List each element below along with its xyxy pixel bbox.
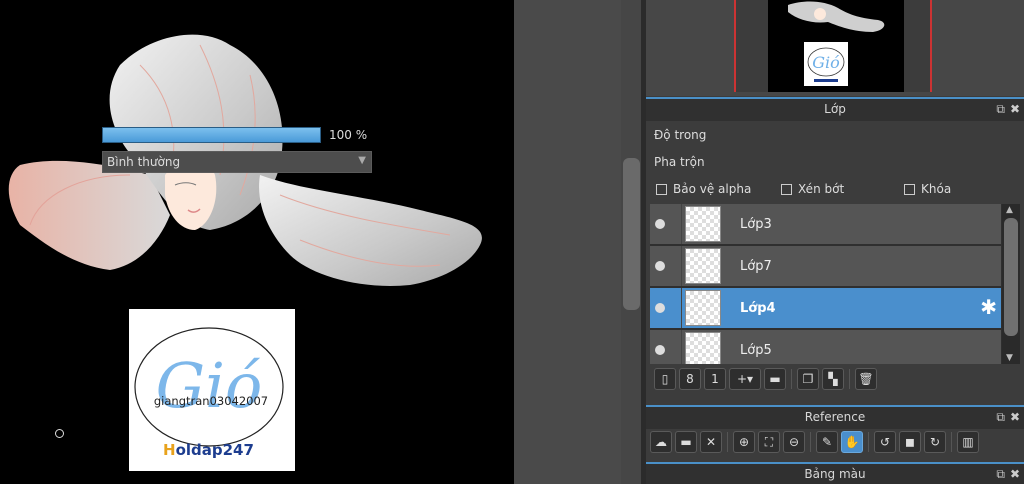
layer-list-scrollbar[interactable]: ▲ ▼ [1002, 204, 1020, 364]
toolbar-separator [727, 432, 728, 452]
layer-list[interactable]: Lớp3 Lớp7 Lớp4 ✱ Lớp5 [650, 204, 1002, 364]
checkbox-box[interactable] [781, 183, 792, 195]
hand-icon[interactable]: ✋ [841, 431, 863, 453]
opacity-value: 100 % [329, 128, 368, 142]
merge-down-icon[interactable]: ▚ [822, 368, 844, 390]
layer-row-lop7[interactable]: Lớp7 [650, 246, 1001, 286]
brush-cursor [55, 429, 64, 438]
clipping-checkbox[interactable]: Xén bớt [781, 182, 844, 196]
layer-name: Lớp5 [740, 343, 772, 358]
eyedropper-icon[interactable]: ✎ [816, 431, 838, 453]
layer-row-lop4[interactable]: Lớp4 ✱ [650, 288, 1001, 328]
layer-clip-indicator [672, 204, 682, 244]
toolbar-separator [810, 432, 811, 452]
visibility-icon[interactable] [655, 261, 665, 271]
reference-panel-title: Reference [804, 410, 866, 424]
popout-icon[interactable]: ⧉ [996, 410, 1005, 425]
opacity-slider[interactable] [102, 127, 321, 143]
navigator-panel[interactable]: Gió [646, 0, 1024, 96]
blend-mode-select[interactable]: Bình thường ▼ [102, 151, 372, 173]
clipping-label: Xén bớt [798, 182, 845, 196]
delete-icon[interactable]: 🗑 [855, 368, 877, 390]
layer-panel-title: Lớp [824, 102, 846, 116]
checkbox-box[interactable] [656, 183, 667, 195]
add-layer-dropdown-icon[interactable]: +▾ [729, 368, 761, 390]
layer-thumbnail [685, 248, 721, 284]
rotate-right-icon[interactable]: ↻ [924, 431, 946, 453]
popout-icon[interactable]: ⧉ [996, 102, 1005, 117]
logo-graphic: Gió giangtran03042007 Holdap247 [134, 327, 284, 459]
new-layer-icon[interactable]: ▯ [654, 368, 676, 390]
close-icon[interactable]: ✖ [1010, 102, 1020, 117]
layer-clip-indicator [672, 246, 682, 286]
duplicate-icon[interactable]: ❐ [797, 368, 819, 390]
share-icon[interactable]: ▥ [957, 431, 979, 453]
close-icon[interactable]: ✕ [700, 431, 722, 453]
scroll-down-icon[interactable]: ▼ [1006, 353, 1013, 363]
folder-icon[interactable]: ▬ [764, 368, 786, 390]
checkbox-box[interactable] [904, 183, 915, 195]
gear-icon[interactable]: ✱ [980, 297, 997, 317]
new-8bit-icon[interactable]: 1 [704, 368, 726, 390]
svg-text:Gió: Gió [812, 53, 840, 72]
close-icon[interactable]: ✖ [1010, 410, 1020, 425]
blend-mode-value: Bình thường [107, 155, 181, 169]
layer-row-lop3[interactable]: Lớp3 [650, 204, 1001, 244]
layer-thumbnail [685, 206, 721, 242]
layer-toolbar: ▯ 8 1 +▾ ▬ ❐ ▚ 🗑 [654, 368, 877, 390]
visibility-icon[interactable] [655, 219, 665, 229]
new-raster-icon[interactable]: 8 [679, 368, 701, 390]
toolbar-separator [791, 369, 792, 389]
layer-name: Lớp4 [740, 301, 776, 316]
open-folder-icon[interactable]: ▬ [675, 431, 697, 453]
scroll-up-icon[interactable]: ▲ [1006, 205, 1013, 215]
popout-icon[interactable]: ⧉ [996, 467, 1005, 482]
layer-name: Lớp7 [740, 259, 772, 274]
toolbar-separator [868, 432, 869, 452]
canvas-scroll-thumb[interactable] [623, 158, 640, 310]
close-icon[interactable]: ✖ [1010, 467, 1020, 482]
palette-panel-header: Bảng màu ⧉ ✖ [646, 462, 1024, 484]
lock-label: Khóa [921, 182, 952, 196]
navigator-preview: Gió [788, 1, 885, 86]
upload-icon[interactable]: ☁ [650, 431, 672, 453]
zoom-out-icon[interactable]: ⊖ [783, 431, 805, 453]
protect-alpha-label: Bảo vệ alpha [673, 182, 752, 196]
toolbar-separator [849, 369, 850, 389]
layer-thumbnail [685, 290, 721, 326]
layer-panel-header: Lớp ⧉ ✖ [646, 97, 1024, 121]
palette-panel-title: Bảng màu [804, 467, 866, 481]
reference-toolbar: ☁ ▬ ✕ ⊕ ⛶ ⊖ ✎ ✋ ↺ ◼ ↻ ▥ [650, 431, 979, 453]
navigator-thumbnail[interactable]: Gió [768, 0, 904, 92]
logo-card: Gió giangtran03042007 Holdap247 [129, 309, 295, 471]
protect-alpha-checkbox[interactable]: Bảo vệ alpha [656, 182, 751, 196]
layer-name: Lớp3 [740, 217, 772, 232]
visibility-icon[interactable] [655, 345, 665, 355]
canvas-margin [514, 0, 621, 484]
opacity-label: Độ trong [654, 128, 707, 142]
logo-brand-text: Holdap247 [163, 441, 254, 459]
rotate-left-icon[interactable]: ↺ [874, 431, 896, 453]
blend-label: Pha trộn [654, 155, 705, 169]
fit-icon[interactable]: ⛶ [758, 431, 780, 453]
layer-clip-indicator [672, 288, 682, 328]
logo-handle-text: giangtran03042007 [154, 394, 268, 408]
layer-thumbnail [685, 332, 721, 364]
reference-panel-header: Reference ⧉ ✖ [646, 405, 1024, 429]
reset-icon[interactable]: ◼ [899, 431, 921, 453]
lock-checkbox[interactable]: Khóa [904, 182, 951, 196]
drawing-canvas[interactable]: Gió giangtran03042007 Holdap247 [0, 0, 514, 484]
chevron-down-icon: ▼ [358, 155, 366, 166]
logo-script-text: Gió [156, 349, 263, 422]
layer-list-scroll-thumb[interactable] [1004, 218, 1018, 336]
layer-row-lop5[interactable]: Lớp5 [650, 330, 1001, 364]
visibility-icon[interactable] [655, 303, 665, 313]
zoom-in-icon[interactable]: ⊕ [733, 431, 755, 453]
layer-clip-indicator [672, 330, 682, 364]
toolbar-separator [951, 432, 952, 452]
